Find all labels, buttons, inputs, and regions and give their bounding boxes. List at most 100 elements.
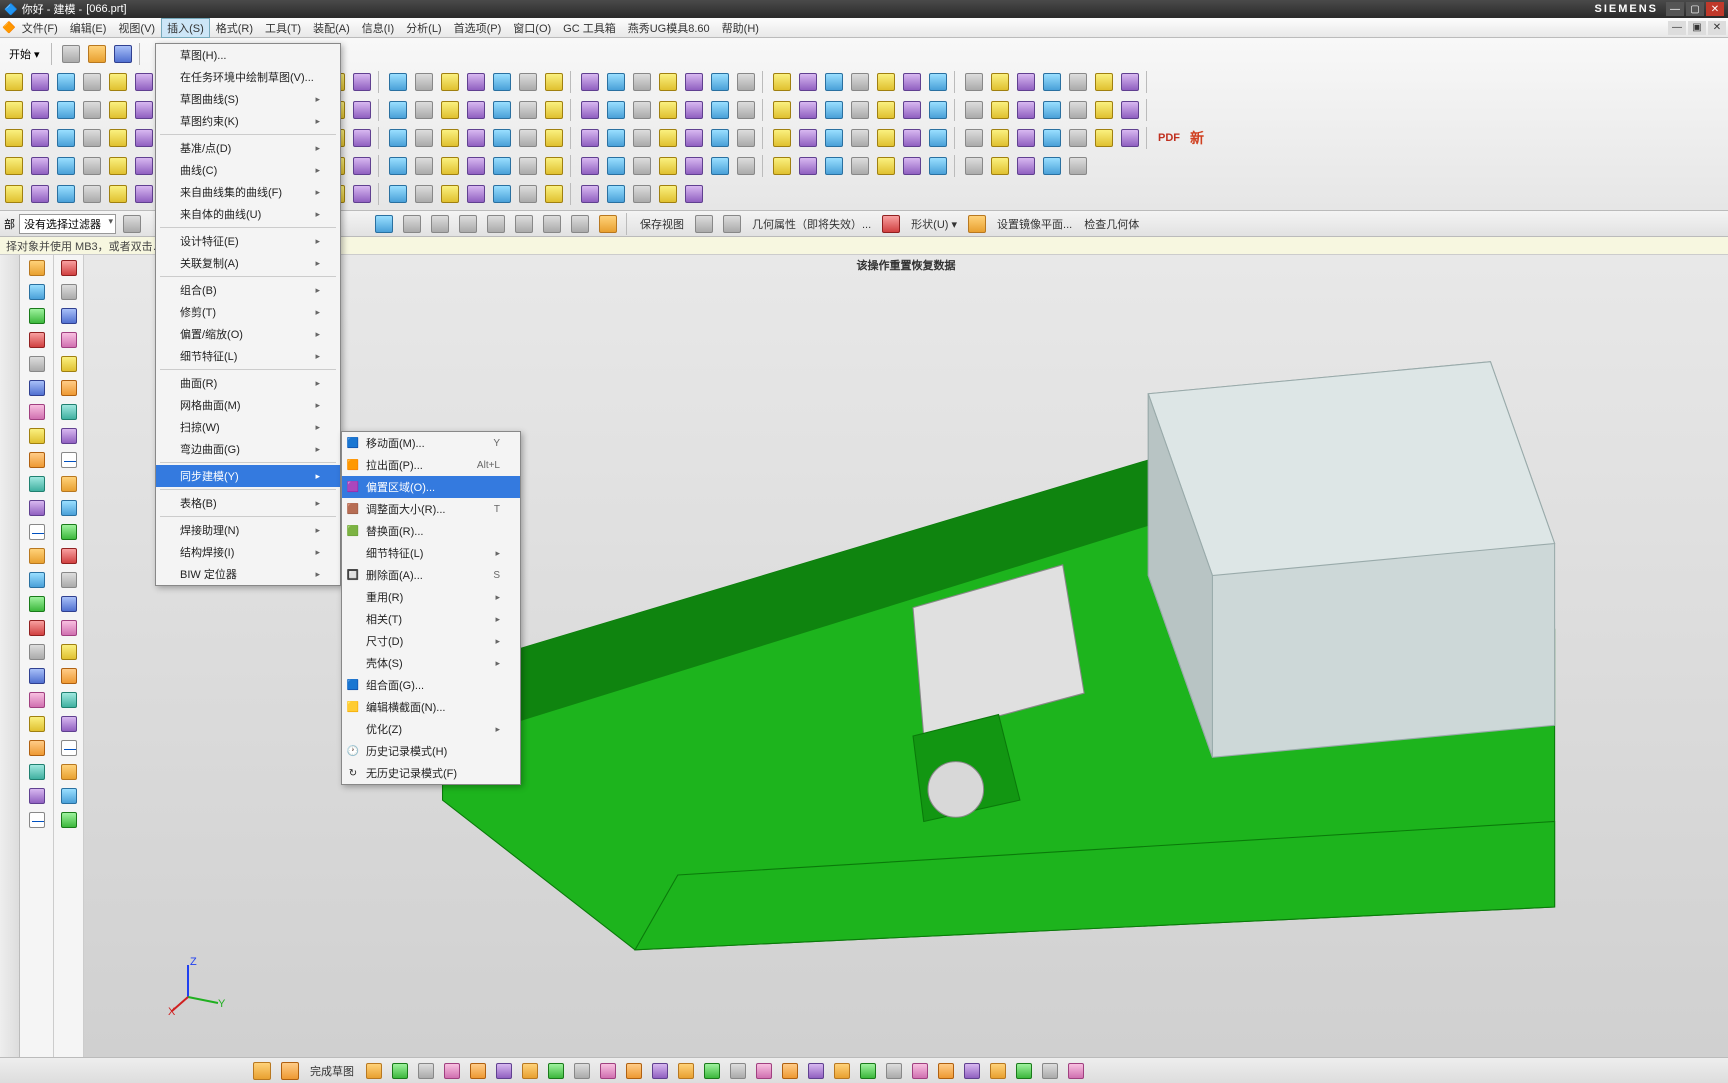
- toolbar-button[interactable]: [822, 126, 846, 150]
- toolbar-button[interactable]: [962, 154, 986, 178]
- toolbar-button[interactable]: [490, 182, 514, 206]
- status-tool-c[interactable]: [879, 212, 903, 236]
- side-tool[interactable]: [55, 473, 83, 495]
- toolbar-button[interactable]: [350, 182, 374, 206]
- toolbar-button[interactable]: [708, 154, 732, 178]
- bottom-tool[interactable]: [700, 1059, 724, 1083]
- insert-menu-item[interactable]: 弯边曲面(G)▸: [156, 438, 340, 460]
- sync-menu-item[interactable]: 🟪偏置区域(O)...: [342, 476, 520, 498]
- toolbar-button[interactable]: [106, 126, 130, 150]
- bottom-tool[interactable]: [934, 1059, 958, 1083]
- toolbar-button[interactable]: [988, 126, 1012, 150]
- side-tool[interactable]: [23, 473, 51, 495]
- toolbar-button[interactable]: [516, 70, 540, 94]
- bottom-tool[interactable]: [440, 1059, 464, 1083]
- toolbar-button[interactable]: [132, 154, 156, 178]
- mirror-plane-button[interactable]: 设置镜像平面...: [993, 214, 1076, 234]
- sync-menu-item[interactable]: 重用(R)▸: [342, 586, 520, 608]
- maximize-button[interactable]: ▢: [1686, 2, 1704, 16]
- sync-menu-item[interactable]: 相关(T)▸: [342, 608, 520, 630]
- sync-menu-item[interactable]: 🕐历史记录模式(H): [342, 740, 520, 762]
- toolbar-button[interactable]: [770, 98, 794, 122]
- side-tool[interactable]: [23, 665, 51, 687]
- menu-format[interactable]: 格式(R): [210, 18, 259, 38]
- toolbar-button[interactable]: [80, 126, 104, 150]
- bottom-tool[interactable]: [830, 1059, 854, 1083]
- doc-minimize[interactable]: —: [1668, 21, 1686, 35]
- toolbar-button[interactable]: [734, 70, 758, 94]
- toolbar-button[interactable]: [132, 182, 156, 206]
- toolbar-button[interactable]: [656, 126, 680, 150]
- toolbar-button[interactable]: [734, 98, 758, 122]
- toolbar-button[interactable]: [682, 154, 706, 178]
- toolbar-button[interactable]: [988, 70, 1012, 94]
- toolbar-button[interactable]: [516, 126, 540, 150]
- toolbar-button[interactable]: [734, 126, 758, 150]
- vis-tool-7[interactable]: [540, 212, 564, 236]
- toolbar-button[interactable]: [1092, 70, 1116, 94]
- new-button[interactable]: 新: [1186, 126, 1208, 150]
- toolbar-button[interactable]: [350, 98, 374, 122]
- toolbar-button[interactable]: [28, 126, 52, 150]
- sync-menu-item[interactable]: ↻无历史记录模式(F): [342, 762, 520, 784]
- toolbar-button[interactable]: [822, 154, 846, 178]
- bottom-tool[interactable]: [986, 1059, 1010, 1083]
- toolbar-button[interactable]: [656, 154, 680, 178]
- toolbar-button[interactable]: [1014, 126, 1038, 150]
- toolbar-button[interactable]: [578, 126, 602, 150]
- toolbar-button[interactable]: [962, 98, 986, 122]
- bottom-tool[interactable]: [622, 1059, 646, 1083]
- toolbar-button[interactable]: [516, 154, 540, 178]
- menu-tools[interactable]: 工具(T): [259, 18, 307, 38]
- insert-menu-item[interactable]: 结构焊接(I)▸: [156, 541, 340, 563]
- bottom-tool[interactable]: [492, 1059, 516, 1083]
- side-tool[interactable]: [23, 713, 51, 735]
- toolbar-button[interactable]: [1014, 154, 1038, 178]
- toolbar-button[interactable]: [516, 182, 540, 206]
- toolbar-button[interactable]: [682, 98, 706, 122]
- menu-view[interactable]: 视图(V): [112, 18, 161, 38]
- toolbar-button[interactable]: [630, 182, 654, 206]
- toolbar-button[interactable]: [988, 154, 1012, 178]
- bottom-tool[interactable]: [362, 1059, 386, 1083]
- bottom-tool[interactable]: [1012, 1059, 1036, 1083]
- toolbar-button[interactable]: [542, 126, 566, 150]
- toolbar-button[interactable]: [1066, 154, 1090, 178]
- side-tool[interactable]: [55, 545, 83, 567]
- viewport[interactable]: 该操作重置恢复数据 Z Y X 草图(H)...在任务环境中绘制草图(V)...…: [84, 255, 1728, 1057]
- side-tool[interactable]: [55, 713, 83, 735]
- toolbar-button[interactable]: [1118, 98, 1142, 122]
- toolbar-button[interactable]: [80, 154, 104, 178]
- toolbar-button[interactable]: [350, 70, 374, 94]
- tool-open[interactable]: [85, 42, 109, 66]
- toolbar-button[interactable]: [962, 126, 986, 150]
- bottom-tool[interactable]: [726, 1059, 750, 1083]
- side-tool[interactable]: [23, 809, 51, 831]
- toolbar-button[interactable]: [132, 98, 156, 122]
- vis-tool-3[interactable]: [428, 212, 452, 236]
- toolbar-button[interactable]: [770, 70, 794, 94]
- toolbar-button[interactable]: [490, 70, 514, 94]
- insert-menu-item[interactable]: 同步建模(Y)▸: [156, 465, 340, 487]
- toolbar-button[interactable]: [412, 154, 436, 178]
- insert-menu-item[interactable]: 扫掠(W)▸: [156, 416, 340, 438]
- sync-menu-item[interactable]: 细节特征(L)▸: [342, 542, 520, 564]
- insert-menu-item[interactable]: 焊接助理(N)▸: [156, 519, 340, 541]
- toolbar-button[interactable]: [900, 70, 924, 94]
- bottom-tool[interactable]: [960, 1059, 984, 1083]
- geom-attr-button[interactable]: 几何属性（即将失效）...: [748, 214, 875, 234]
- toolbar-button[interactable]: [604, 154, 628, 178]
- side-tool[interactable]: [55, 377, 83, 399]
- toolbar-button[interactable]: [80, 182, 104, 206]
- doc-close[interactable]: ✕: [1708, 21, 1726, 35]
- bottom-tool[interactable]: [388, 1059, 412, 1083]
- sync-menu-item[interactable]: 🔲删除面(A)...S: [342, 564, 520, 586]
- toolbar-button[interactable]: [438, 182, 462, 206]
- filter-combo[interactable]: 没有选择过滤器: [19, 214, 116, 234]
- sketch-icon-2[interactable]: [278, 1059, 302, 1083]
- toolbar-button[interactable]: [630, 154, 654, 178]
- menu-help[interactable]: 帮助(H): [716, 18, 765, 38]
- side-tool[interactable]: [23, 617, 51, 639]
- close-button[interactable]: ✕: [1706, 2, 1724, 16]
- insert-menu-item[interactable]: 偏置/缩放(O)▸: [156, 323, 340, 345]
